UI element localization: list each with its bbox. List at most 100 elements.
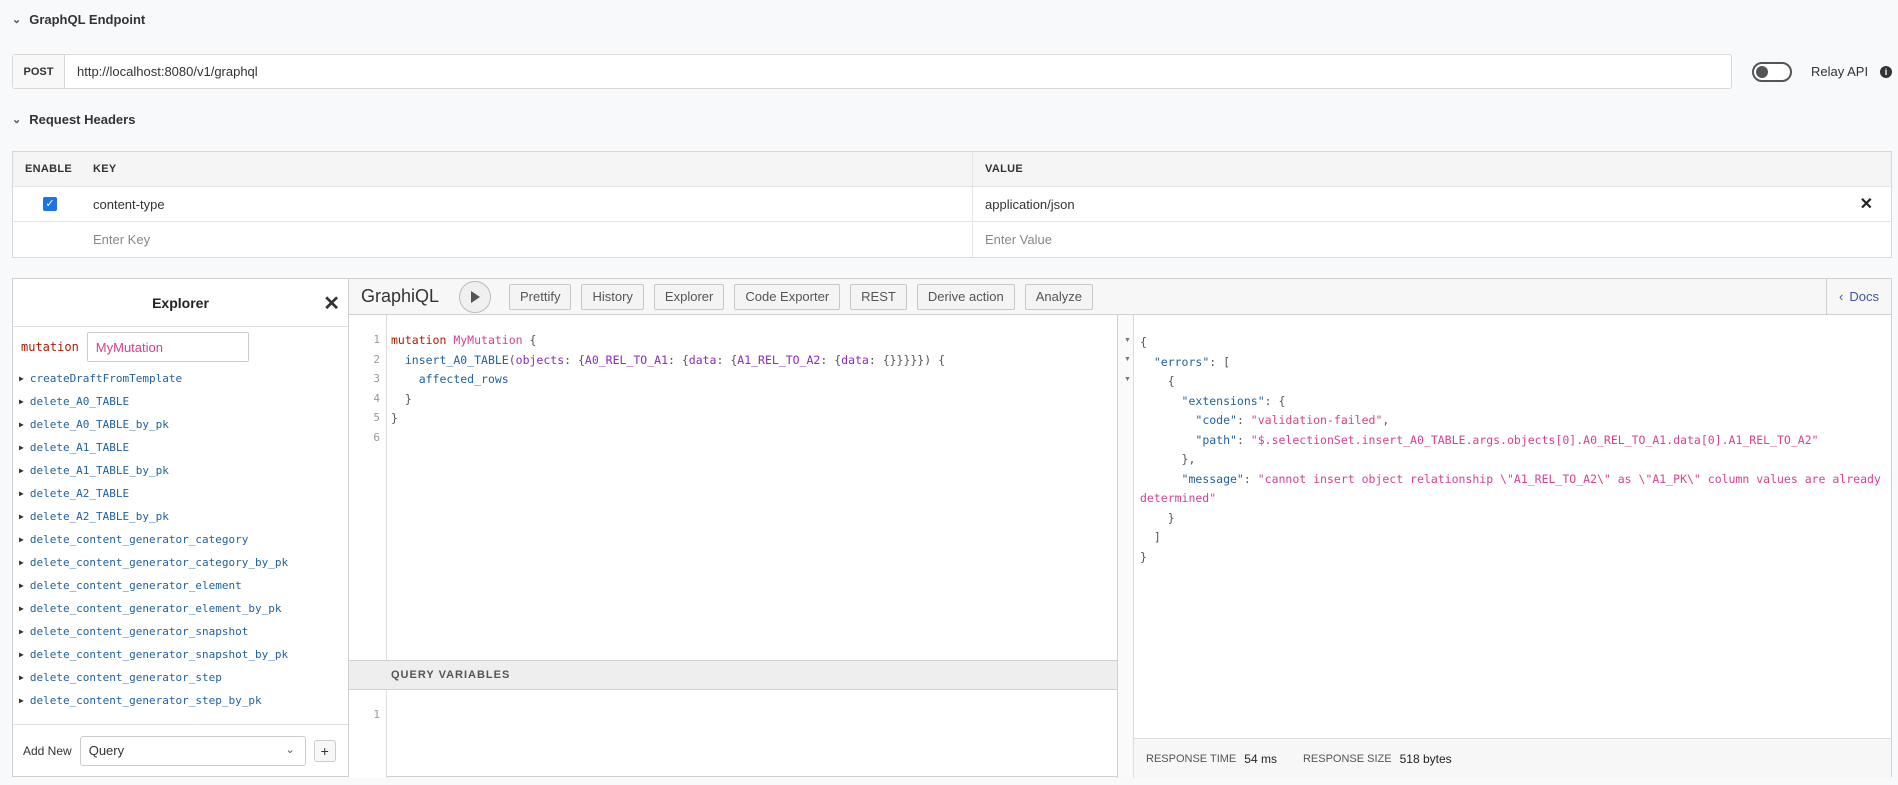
explorer-field[interactable]: ▶ delete_content_generator_element — [19, 574, 348, 597]
explorer-field[interactable]: ▶ delete_content_generator_category_by_pk — [19, 551, 348, 574]
query-variables-editor[interactable]: 1 — [349, 690, 1118, 778]
endpoint-url-input[interactable]: http://localhost:8080/v1/graphql — [65, 55, 1731, 88]
explorer-field[interactable]: ▶ delete_A2_TABLE — [19, 482, 348, 505]
operation-type-select[interactable]: Query ⌄ — [79, 735, 306, 766]
explorer-field[interactable]: ▶ delete_A0_TABLE_by_pk — [19, 413, 348, 436]
explorer-field[interactable]: ▶ delete_content_generator_step — [19, 666, 348, 689]
docs-button[interactable]: ‹ Docs — [1826, 278, 1891, 315]
caret-right-icon: ▶ — [19, 558, 24, 567]
execute-button[interactable] — [459, 280, 491, 313]
fold-arrow-icon[interactable]: ▼ — [1124, 337, 1131, 344]
info-icon[interactable]: i — [1880, 66, 1892, 78]
docs-label: Docs — [1849, 289, 1879, 304]
chevron-left-icon: ‹ — [1839, 289, 1844, 304]
close-icon[interactable]: ✕ — [323, 291, 340, 316]
toolbar-button-prettify[interactable]: Prettify — [509, 283, 572, 310]
explorer-field[interactable]: ▶ delete_content_generator_snapshot — [19, 620, 348, 643]
enable-checkbox[interactable]: ✓ — [43, 197, 57, 211]
query-variables-header[interactable]: QUERY VARIABLES — [349, 660, 1118, 690]
toolbar-button-derive-action[interactable]: Derive action — [916, 283, 1015, 310]
explorer-field[interactable]: ▶ delete_content_generator_snapshot_by_pk — [19, 643, 348, 666]
header-value-cell: application/json ✕ — [973, 187, 1891, 221]
toolbar-button-explorer[interactable]: Explorer — [653, 283, 725, 310]
caret-right-icon: ▶ — [19, 604, 24, 613]
caret-right-icon: ▶ — [19, 443, 24, 452]
caret-right-icon: ▶ — [19, 650, 24, 659]
line-number: 1 — [373, 333, 380, 346]
explorer-field[interactable]: ▶ delete_A2_TABLE_by_pk — [19, 505, 348, 528]
field-name: delete_A0_TABLE — [29, 395, 130, 408]
http-method[interactable]: POST — [13, 55, 65, 88]
line-number: 3 — [373, 372, 380, 385]
field-name: delete_A0_TABLE_by_pk — [29, 418, 169, 431]
explorer-field[interactable]: ▶ delete_content_generator_element_by_pk — [19, 597, 348, 620]
graphiql-toolbar: GraphiQL Prettify History Explorer Code Exp… — [349, 278, 1891, 315]
caret-right-icon: ▶ — [19, 489, 24, 498]
table-row: ✓ content-type application/json ✕ — [13, 187, 1891, 222]
operation-name-input[interactable]: MyMutation — [86, 332, 249, 362]
field-list: ▶ createDraftFromTemplate ▶ delete_A0_TABLE… — [13, 367, 348, 712]
line-number: 2 — [373, 352, 380, 366]
field-name: delete_content_generator_element — [29, 579, 242, 592]
graphql-endpoint-header[interactable]: ⌄ GraphQL Endpoint — [12, 12, 145, 27]
field-name: delete_A2_TABLE_by_pk — [29, 510, 169, 523]
field-name: createDraftFromTemplate — [29, 372, 183, 385]
toolbar-button-code-exporter[interactable]: Code Exporter — [734, 283, 841, 310]
caret-right-icon: ▶ — [19, 420, 24, 429]
field-name: delete_content_generator_step — [29, 671, 222, 684]
response-size-label: RESPONSE SIZE — [1302, 752, 1392, 765]
caret-right-icon: ▶ — [19, 673, 24, 682]
caret-right-icon: ▶ — [19, 512, 24, 521]
query-editor[interactable]: 1 2 3 4 5 6 mutation MyMutation { insert_A0_T… — [349, 315, 1118, 660]
graphiql-title: GraphiQL — [361, 286, 440, 306]
toolbar-button-history[interactable]: History — [581, 283, 644, 310]
response-time-label: RESPONSE TIME — [1146, 752, 1237, 765]
field-name: delete_A1_TABLE — [29, 441, 130, 454]
caret-right-icon: ▶ — [19, 696, 24, 705]
line-number: 1 — [373, 708, 380, 721]
new-key-input[interactable]: Enter Key — [93, 222, 973, 257]
enable-column-header: ENABLE — [25, 163, 73, 175]
caret-right-icon: ▶ — [19, 466, 24, 475]
explorer-field[interactable]: ▶ delete_A0_TABLE — [19, 390, 348, 413]
add-operation-button[interactable]: + — [313, 739, 336, 762]
field-name: delete_A1_TABLE_by_pk — [29, 464, 169, 477]
chevron-down-icon: ⌄ — [285, 743, 295, 756]
chevron-down-icon: ⌄ — [12, 14, 22, 26]
operation-keyword: mutation — [21, 340, 79, 354]
fold-arrow-icon[interactable]: ▼ — [1124, 376, 1131, 383]
relay-api-toggle[interactable] — [1752, 62, 1792, 82]
header-key-input[interactable]: content-type — [93, 187, 973, 221]
response-stats: RESPONSE TIME 54 ms RESPONSE SIZE 518 by… — [1134, 738, 1891, 778]
graphiql-panel: Explorer ✕ mutation MyMutation ▶ createDr… — [12, 278, 1892, 778]
line-number: 5 — [373, 411, 380, 424]
table-header-row: ENABLE KEY VALUE — [13, 152, 1891, 187]
explorer-field[interactable]: ▶ delete_content_generator_step_by_pk — [19, 689, 348, 712]
toolbar-button-analyze[interactable]: Analyze — [1024, 283, 1093, 310]
close-icon[interactable]: ✕ — [1860, 194, 1873, 214]
explorer-field[interactable]: ▶ delete_A1_TABLE — [19, 436, 348, 459]
explorer-panel: Explorer ✕ mutation MyMutation ▶ createDr… — [13, 279, 349, 776]
line-number: 4 — [373, 391, 380, 405]
add-new-bar: Add New Query ⌄ + — [13, 724, 348, 776]
query-code[interactable]: mutation MyMutation { insert_A0_TABLE(ob… — [391, 333, 945, 431]
explorer-field[interactable]: ▶ createDraftFromTemplate — [19, 367, 348, 390]
header-value-input[interactable]: application/json — [985, 197, 1075, 212]
line-number-gutter: 1 2 3 4 5 6 — [349, 315, 387, 660]
endpoint-bar: POST http://localhost:8080/v1/graphql — [12, 54, 1732, 89]
field-name: delete_content_generator_category — [29, 533, 249, 546]
explorer-field[interactable]: ▶ delete_content_generator_category — [19, 528, 348, 551]
table-row: Enter Key Enter Value — [13, 222, 1891, 257]
section-title: GraphQL Endpoint — [29, 12, 146, 27]
field-name: delete_A2_TABLE — [29, 487, 130, 500]
toolbar-button-rest[interactable]: REST — [850, 283, 907, 310]
caret-right-icon: ▶ — [19, 374, 24, 383]
play-icon — [471, 290, 480, 303]
field-name: delete_content_generator_category_by_pk — [29, 556, 289, 569]
fold-arrow-icon[interactable]: ▼ — [1124, 356, 1131, 363]
explorer-field[interactable]: ▶ delete_A1_TABLE_by_pk — [19, 459, 348, 482]
response-size-value: 518 bytes — [1399, 751, 1452, 766]
request-headers-header[interactable]: ⌄ Request Headers — [12, 112, 135, 127]
result-panel: ▼ ▼ ▼ { "errors": [ { "extensions": { "c… — [1118, 315, 1891, 778]
new-value-input[interactable]: Enter Value — [973, 222, 1891, 257]
